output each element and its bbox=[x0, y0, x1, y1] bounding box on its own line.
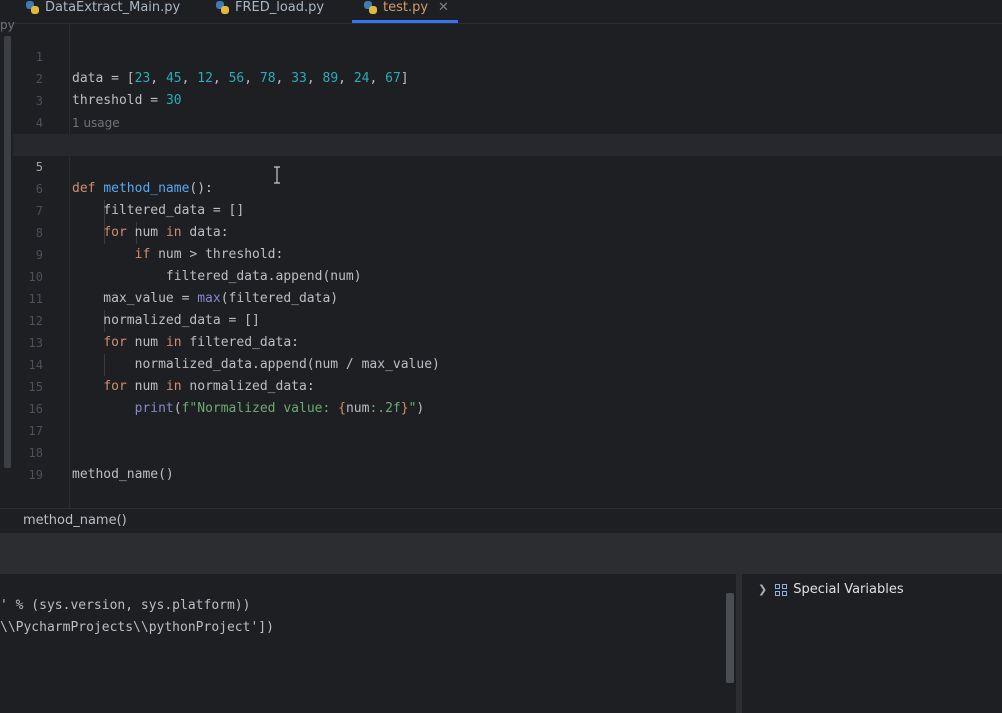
breadcrumb-bar: method_name() bbox=[0, 508, 1002, 534]
special-variables-node[interactable]: ❯ Special Variables bbox=[758, 582, 904, 597]
console-scrollbar[interactable] bbox=[726, 593, 734, 683]
code-line[interactable]: 4 bbox=[13, 90, 1002, 130]
code-line[interactable]: 11 normalized_data = [] bbox=[13, 266, 1002, 328]
code-line[interactable]: 12 for num in filtered_data: bbox=[13, 288, 1002, 350]
python-file-icon bbox=[364, 0, 377, 14]
breadcrumb[interactable]: method_name() bbox=[23, 513, 127, 528]
code-line[interactable]: 9 filtered_data.append(num) bbox=[13, 222, 1002, 284]
line-number: 19 bbox=[28, 468, 43, 482]
sidebar-scrollbar[interactable] bbox=[4, 36, 11, 468]
editor-tab-bar: DataExtract_Main.py FRED_load.py test.py… bbox=[0, 0, 1002, 24]
code-line-current[interactable]: 5 def method_name(): bbox=[13, 134, 1002, 196]
code-line[interactable]: 2 threshold = 30 bbox=[13, 46, 1002, 108]
python-file-icon bbox=[216, 0, 229, 14]
text-cursor-icon bbox=[274, 166, 280, 184]
special-variables-label: Special Variables bbox=[793, 582, 904, 597]
code-line[interactable]: 1 data = [23, 45, 12, 56, 78, 33, 89, 24… bbox=[13, 24, 1002, 86]
active-tab-indicator bbox=[352, 20, 458, 23]
python-console-output[interactable]: ' % (sys.version, sys.platform)) \\Pycha… bbox=[0, 574, 736, 713]
console-line: \\PycharmProjects\\pythonProject']) bbox=[0, 620, 274, 635]
variables-panel: ❯ Special Variables bbox=[742, 574, 1002, 713]
code-line[interactable]: 17 bbox=[13, 398, 1002, 438]
variables-group-icon bbox=[775, 583, 788, 596]
code-line[interactable]: 3 bbox=[13, 68, 1002, 108]
line-number: 4 bbox=[35, 116, 43, 130]
tab-test[interactable]: test.py ✕ bbox=[364, 0, 449, 18]
code-line[interactable]: 13 normalized_data.append(num / max_valu… bbox=[13, 310, 1002, 372]
project-panel-edge: py bbox=[0, 18, 15, 508]
chevron-right-icon[interactable]: ❯ bbox=[758, 583, 767, 596]
code-line[interactable]: 7 for num in data: bbox=[13, 178, 1002, 240]
close-tab-icon[interactable]: ✕ bbox=[438, 0, 449, 15]
tab-fred-load[interactable]: FRED_load.py bbox=[216, 0, 324, 18]
console-line: ' % (sys.version, sys.platform)) bbox=[0, 598, 251, 613]
code-editor[interactable]: py 1 data = [23, 45, 12, 56, 78, 33, 89,… bbox=[0, 18, 1002, 508]
tab-label: DataExtract_Main.py bbox=[45, 0, 181, 15]
tab-dataextract-main[interactable]: DataExtract_Main.py bbox=[26, 0, 180, 18]
code-line[interactable]: 19 bbox=[13, 442, 1002, 482]
python-file-icon bbox=[26, 0, 39, 14]
code-line[interactable]: 14 for num in normalized_data: bbox=[13, 332, 1002, 394]
tab-label: FRED_load.py bbox=[235, 0, 325, 15]
tab-label: test.py bbox=[383, 0, 429, 15]
code-line[interactable]: 10 max_value = max(filtered_data) bbox=[13, 244, 1002, 306]
code-line[interactable]: 8 if num > threshold: bbox=[13, 200, 1002, 262]
usage-hint[interactable]: 1 usage bbox=[72, 116, 120, 130]
code-line[interactable]: 15 print(f"Normalized value: {num:.2f}") bbox=[13, 354, 1002, 416]
tool-window-header bbox=[0, 533, 1002, 574]
code-line[interactable]: 18 method_name() bbox=[13, 420, 1002, 482]
code-line[interactable]: 16 bbox=[13, 376, 1002, 416]
code-text: method_name() bbox=[72, 467, 174, 482]
code-line[interactable]: 6 filtered_data = [] bbox=[13, 156, 1002, 218]
